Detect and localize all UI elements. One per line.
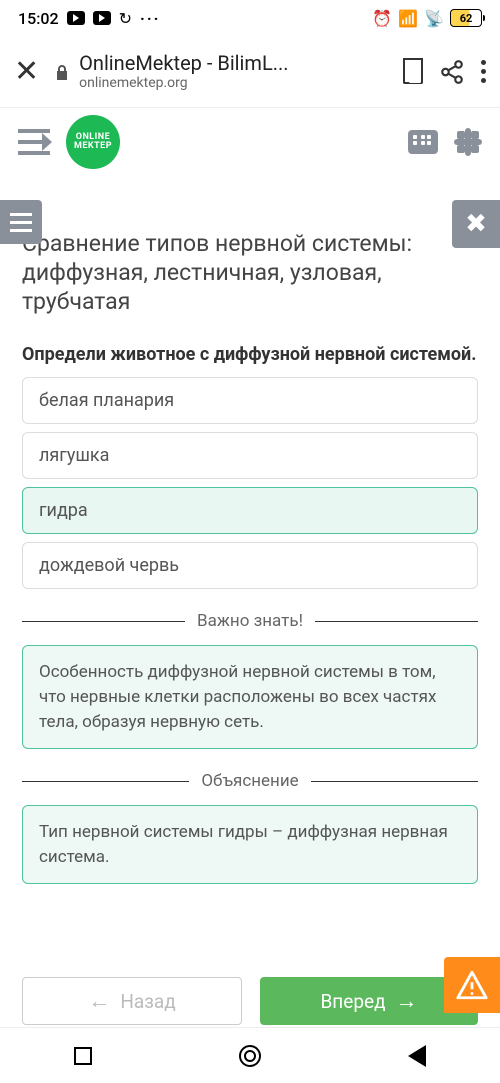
warning-icon (455, 968, 489, 1002)
side-close-button[interactable]: ✖ (452, 200, 500, 248)
main-content: Сравнение типов нервной системы: диффузн… (0, 176, 500, 902)
youtube-icon (67, 11, 85, 25)
important-heading: Важно знать! (197, 611, 303, 631)
app-header: ONLINEMEKTEP (0, 108, 500, 176)
important-box: Особенность диффузной нервной системы в … (22, 645, 478, 749)
close-button[interactable]: ✕ (14, 54, 39, 89)
logo[interactable]: ONLINEMEKTEP (66, 115, 120, 169)
side-menu-button[interactable] (0, 200, 42, 244)
browser-bar: ✕ OnlineMektep - BilimL... onlinemektep.… (0, 36, 500, 108)
menu-toggle-button[interactable] (18, 129, 50, 155)
language-button[interactable] (454, 128, 482, 156)
signal-icon: 📶 (398, 9, 418, 28)
back-system-button[interactable] (408, 1045, 426, 1067)
recent-apps-button[interactable] (74, 1047, 92, 1065)
answer-option[interactable]: белая планария (22, 377, 478, 424)
home-button[interactable] (239, 1045, 261, 1067)
bottom-nav: ← Назад Вперед → (0, 977, 500, 1025)
alarm-icon: ⏰ (372, 9, 392, 28)
topic-title: Сравнение типов нервной системы: диффузн… (22, 230, 478, 316)
page-title: OnlineMektep - BilimL... (79, 52, 288, 75)
status-bar: 15:02 ↻ ··· ⏰ 📶 📡 62 (0, 0, 500, 36)
section-separator: Объяснение (22, 771, 478, 791)
section-separator: Важно знать! (22, 611, 478, 631)
report-button[interactable] (444, 957, 500, 1013)
more-icon: ··· (140, 9, 160, 28)
system-nav (0, 1027, 500, 1083)
sync-icon: ↻ (119, 9, 132, 28)
arrow-right-icon: → (396, 988, 418, 1014)
question-text: Определи животное с диффузной нервной си… (22, 344, 478, 365)
share-button[interactable] (439, 59, 465, 85)
lock-icon (55, 64, 69, 80)
answer-option[interactable]: гидра (22, 487, 478, 534)
explanation-heading: Объяснение (201, 771, 298, 791)
youtube-icon (93, 11, 111, 25)
back-button[interactable]: ← Назад (22, 977, 242, 1025)
bookmark-button[interactable] (403, 60, 423, 84)
wifi-icon: 📡 (424, 9, 444, 28)
answer-option[interactable]: дождевой червь (22, 542, 478, 589)
battery-icon: 62 (450, 9, 482, 27)
answer-option[interactable]: лягушка (22, 432, 478, 479)
status-time: 15:02 (18, 9, 59, 28)
forward-label: Вперед (320, 990, 385, 1013)
list-view-button[interactable] (408, 130, 438, 154)
back-label: Назад (120, 990, 175, 1013)
arrow-left-icon: ← (88, 988, 110, 1014)
page-domain: onlinemektep.org (79, 75, 288, 91)
url-area[interactable]: OnlineMektep - BilimL... onlinemektep.or… (55, 52, 387, 91)
menu-button[interactable] (481, 60, 486, 83)
explanation-box: Тип нервной системы гидры – диффузная не… (22, 805, 478, 884)
